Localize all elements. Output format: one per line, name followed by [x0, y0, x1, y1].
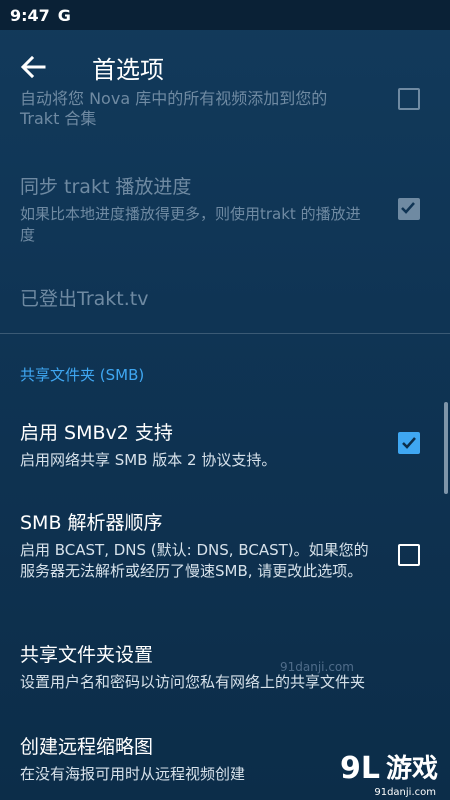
page-title: 首选项: [92, 56, 164, 84]
scrollbar-thumb[interactable]: [444, 402, 448, 494]
watermark-text: 91danji.com: [280, 660, 354, 674]
pref-enable-smbv2[interactable]: 启用 SMBv2 支持 启用网络共享 SMB 版本 2 协议支持。: [0, 420, 450, 472]
pref-sync-trakt-progress[interactable]: 同步 trakt 播放进度 如果比本地进度播放得更多，则使用trakt 的播放进…: [0, 174, 450, 254]
pref-smb-resolver-order[interactable]: SMB 解析器顺序 启用 BCAST, DNS (默认: DNS, BCAST)…: [0, 510, 450, 602]
pref-title: 已登出Trakt.tv: [20, 288, 149, 310]
category-smb: 共享文件夹 (SMB): [20, 366, 145, 384]
pref-summary: 启用网络共享 SMB 版本 2 协议支持。: [20, 451, 277, 469]
back-arrow-icon[interactable]: [18, 52, 48, 82]
pref-summary: Trakt 合集: [20, 109, 97, 128]
logo-domain: 91danji.com: [374, 787, 436, 798]
pref-summary: 设置用户名和密码以访问您私有网络上的共享文件夹: [20, 673, 366, 691]
checkbox[interactable]: [398, 88, 420, 110]
pref-title: 自动将您 Nova 库中的所有视频添加到您的: [20, 89, 328, 108]
pref-add-to-collection[interactable]: 自动将您 Nova 库中的所有视频添加到您的 Trakt 合集: [0, 88, 450, 136]
pref-summary: 如果比本地进度播放得更多，则使用trakt 的播放进度: [20, 205, 361, 244]
checkbox[interactable]: [398, 198, 420, 220]
logo-name: 游戏: [385, 754, 438, 784]
checkbox[interactable]: [398, 432, 420, 454]
pref-title: 同步 trakt 播放进度: [20, 176, 192, 198]
pref-summary: 启用 BCAST, DNS (默认: DNS, BCAST)。如果您的服务器无法…: [20, 541, 369, 580]
pref-title: 共享文件夹设置: [20, 644, 154, 666]
pref-trakt-logged-out[interactable]: 已登出Trakt.tv: [0, 286, 450, 316]
divider: [0, 333, 450, 334]
pref-title: 启用 SMBv2 支持: [20, 422, 173, 444]
checkbox[interactable]: [398, 544, 420, 566]
pref-shared-folder-settings[interactable]: 共享文件夹设置 设置用户名和密码以访问您私有网络上的共享文件夹: [0, 642, 450, 694]
app-badge-icon: G: [57, 5, 71, 25]
site-logo: 9L 游戏 91danji.com: [339, 751, 438, 799]
pref-title: SMB 解析器顺序: [20, 512, 163, 534]
status-time: 9:47: [10, 5, 50, 25]
status-bar: 9:47 G: [0, 0, 450, 30]
logo-mark: 9L: [339, 751, 380, 786]
